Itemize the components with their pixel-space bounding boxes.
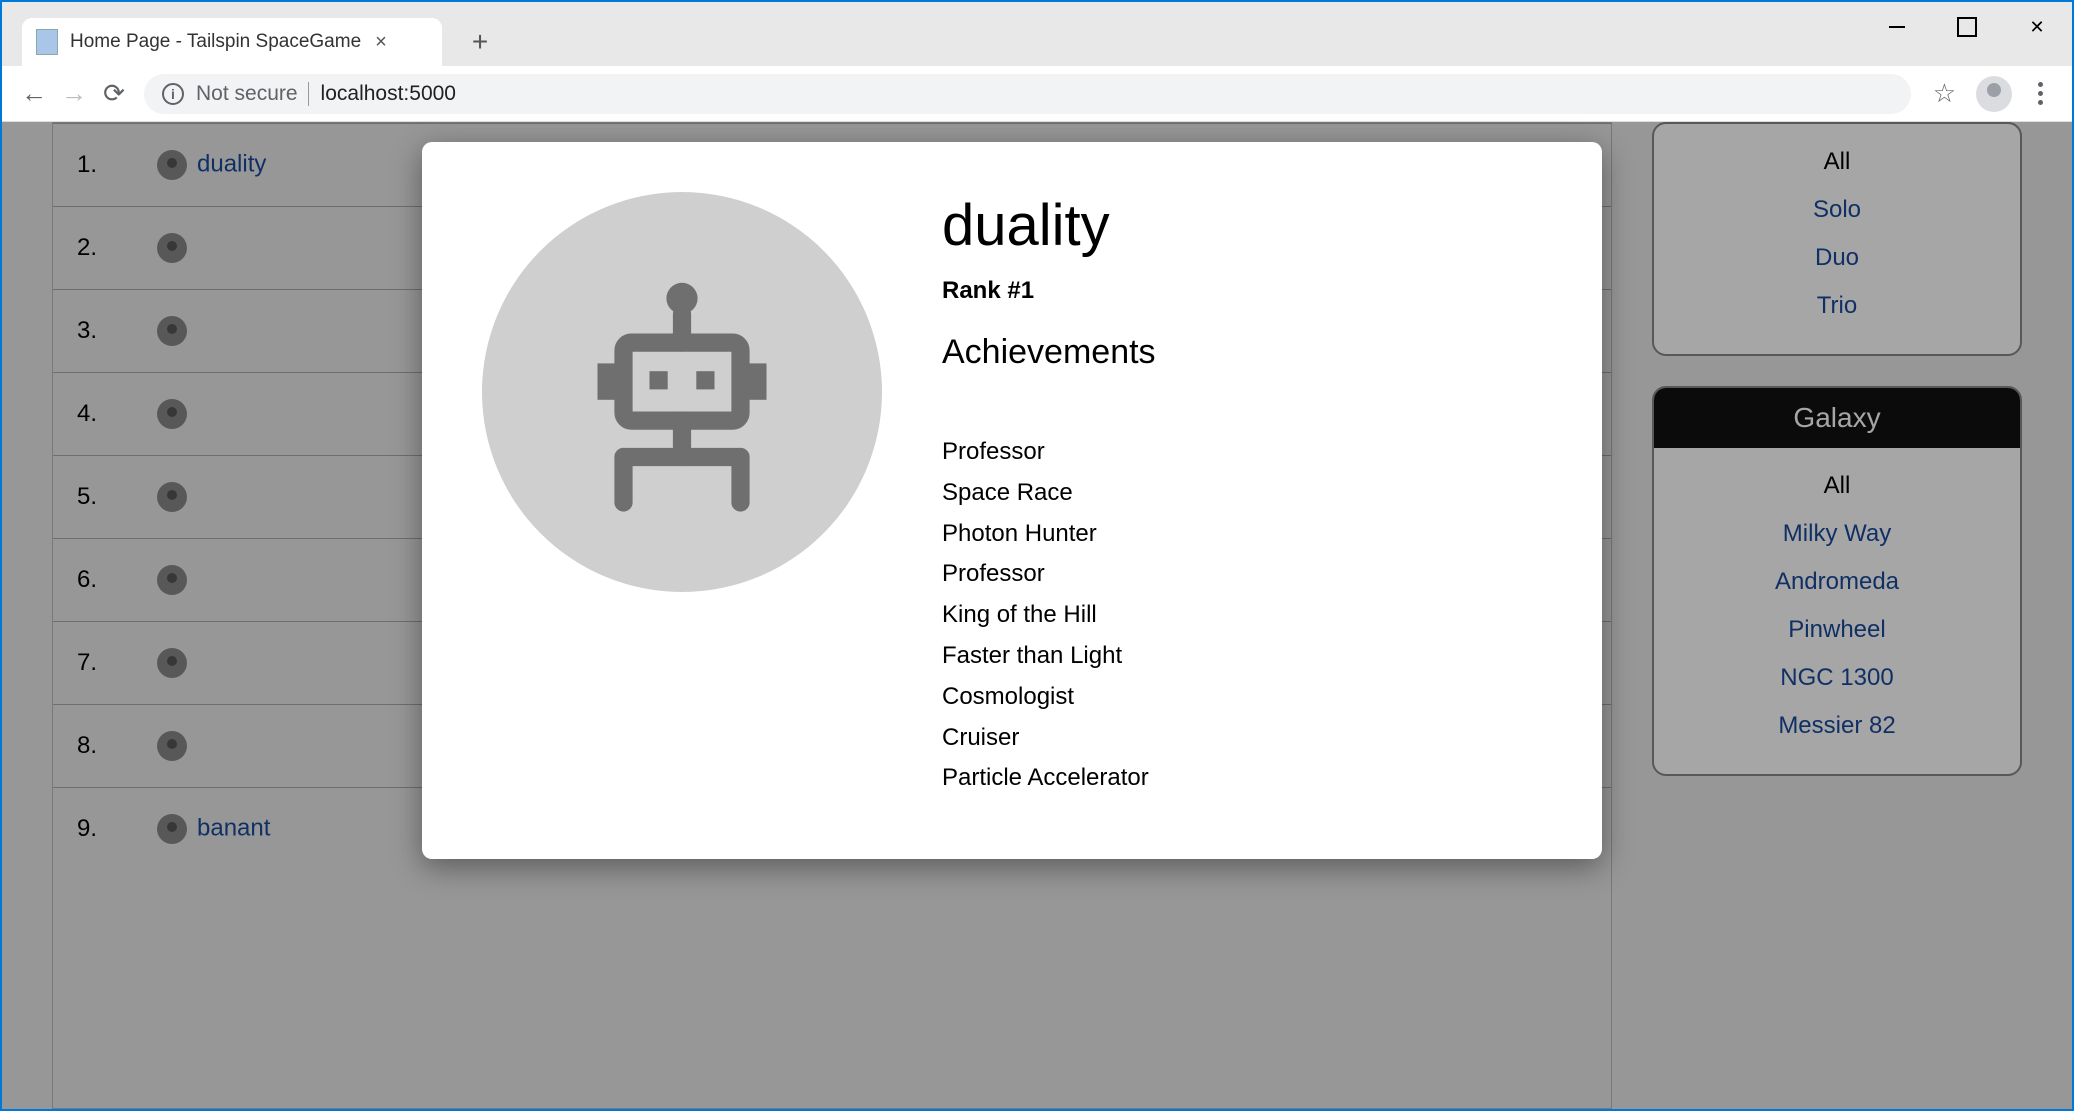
window-controls: ✕ xyxy=(1862,2,2072,52)
browser-tab[interactable]: Home Page - Tailspin SpaceGame × xyxy=(22,18,442,66)
new-tab-button[interactable]: + xyxy=(460,22,500,62)
addr-divider xyxy=(308,82,309,106)
forward-button[interactable]: → xyxy=(54,74,94,114)
profile-details: duality Rank #1 Achievements ProfessorSp… xyxy=(942,192,1542,799)
profile-avatar-button[interactable] xyxy=(1976,76,2012,112)
site-info-icon[interactable]: i xyxy=(162,83,184,105)
browser-toolbar: ← → ⟳ i Not secure localhost:5000 ☆ xyxy=(2,66,2072,122)
achievement-item: Photon Hunter xyxy=(942,514,1542,555)
achievements-list: ProfessorSpace RacePhoton HunterProfesso… xyxy=(942,432,1542,799)
player-rank: Rank #1 xyxy=(942,277,1542,305)
achievement-item: Cosmologist xyxy=(942,677,1542,718)
not-secure-label: Not secure xyxy=(196,82,298,106)
player-profile-modal: duality Rank #1 Achievements ProfessorSp… xyxy=(422,142,1602,859)
close-window-button[interactable]: ✕ xyxy=(2002,2,2072,52)
tab-title: Home Page - Tailspin SpaceGame xyxy=(70,31,361,53)
reload-button[interactable]: ⟳ xyxy=(94,74,134,114)
back-button[interactable]: ← xyxy=(14,74,54,114)
achievement-item: Professor xyxy=(942,432,1542,473)
achievements-heading: Achievements xyxy=(942,333,1542,372)
achievement-item: Particle Accelerator xyxy=(942,758,1542,799)
achievement-item: Professor xyxy=(942,554,1542,595)
achievement-item: Faster than Light xyxy=(942,636,1542,677)
browser-menu-button[interactable] xyxy=(2020,82,2060,105)
page-viewport: 1.dualitySoloMilky Way999,9992.3.4.5.6.7… xyxy=(2,122,2072,1109)
achievement-item: Space Race xyxy=(942,473,1542,514)
tab-close-icon[interactable]: × xyxy=(375,31,387,54)
bookmark-star-icon[interactable]: ☆ xyxy=(1933,78,1956,109)
player-username: duality xyxy=(942,192,1542,259)
favicon-icon xyxy=(36,29,58,55)
url-text: localhost:5000 xyxy=(321,82,456,106)
titlebar: Home Page - Tailspin SpaceGame × + ✕ xyxy=(2,2,2072,66)
minimize-button[interactable] xyxy=(1862,2,1932,52)
address-bar[interactable]: i Not secure localhost:5000 xyxy=(144,74,1911,114)
player-avatar xyxy=(482,192,882,592)
achievement-item: Cruiser xyxy=(942,718,1542,759)
achievement-item: King of the Hill xyxy=(942,595,1542,636)
robot-icon xyxy=(552,262,812,522)
browser-window: Home Page - Tailspin SpaceGame × + ✕ ← →… xyxy=(0,0,2074,1111)
maximize-button[interactable] xyxy=(1932,2,2002,52)
